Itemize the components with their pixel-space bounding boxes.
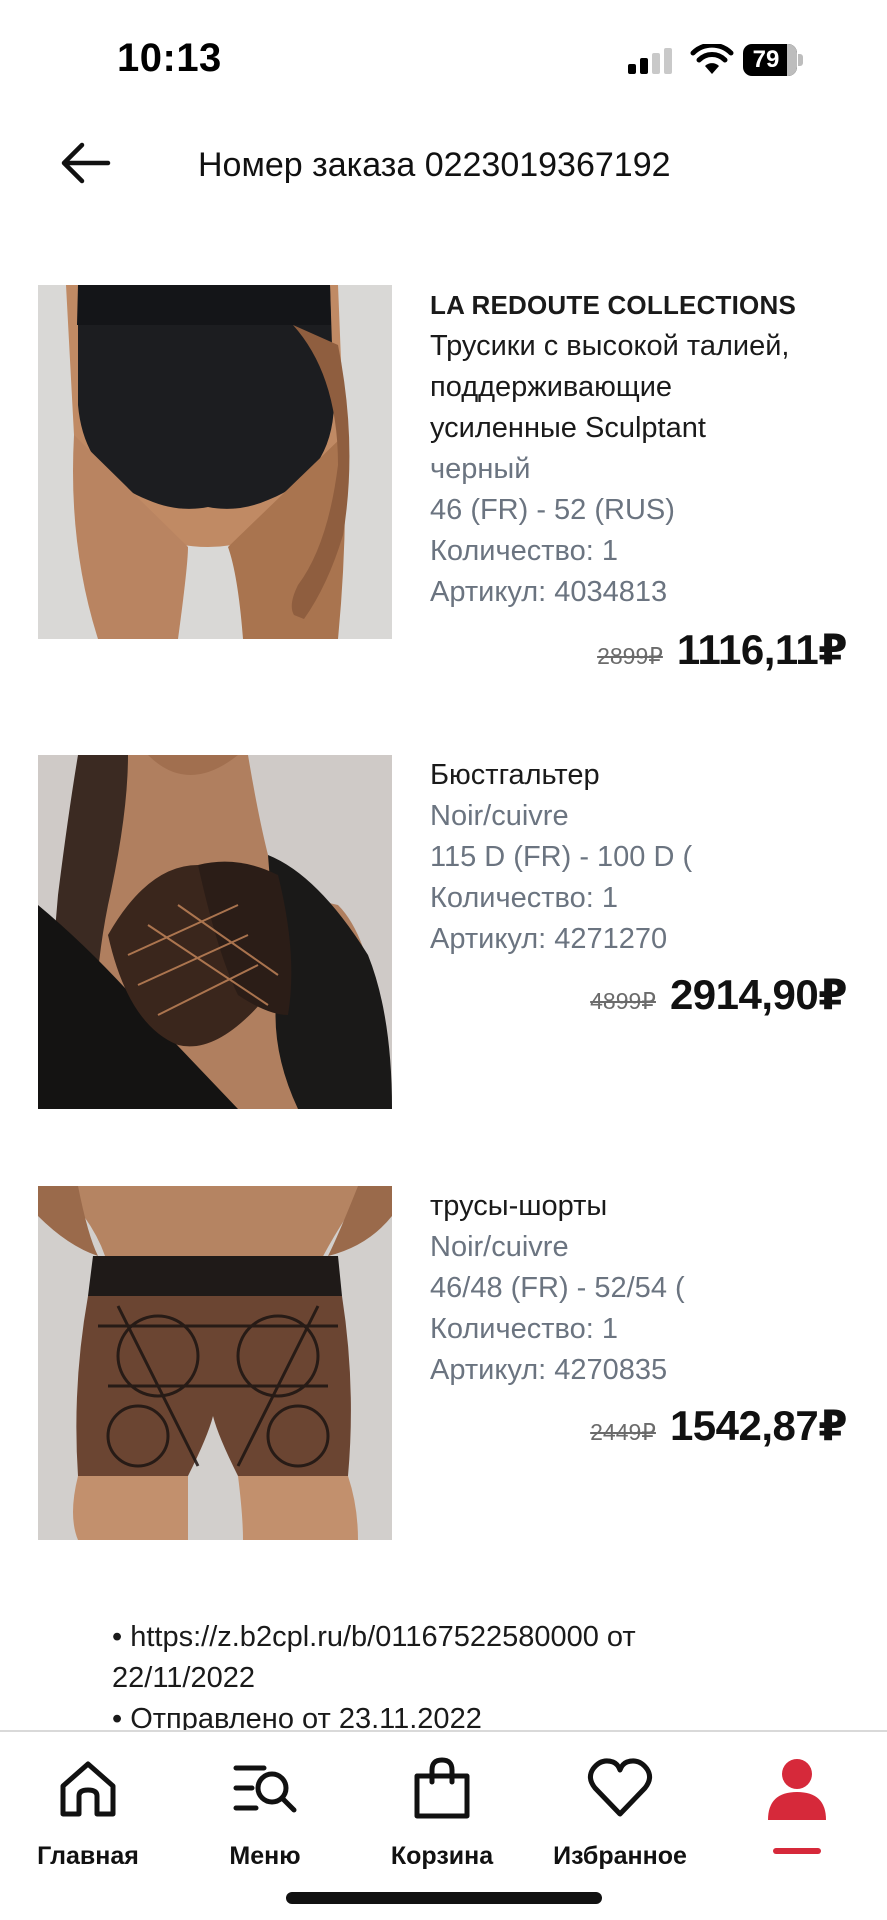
home-icon (60, 1761, 116, 1817)
product-image[interactable] (38, 755, 392, 1109)
wifi-icon (690, 44, 734, 74)
product-quantity: Количество: 1 (430, 535, 618, 567)
old-price: 4899₽ (590, 988, 656, 1014)
product-quantity: Количество: 1 (430, 882, 618, 914)
header: Номер заказа 0223019367192 (0, 110, 887, 220)
product-name-line[interactable]: трусы-шорты (430, 1186, 850, 1227)
product-info: трусы-шорты Noir/cuivre 46/48 (FR) - 52/… (430, 1186, 850, 1391)
product-name-line[interactable]: Трусики с высокой талией, (430, 326, 850, 367)
arrow-left-icon (61, 142, 111, 184)
current-price: 1542,87₽ (669, 1402, 848, 1449)
product-sku: Артикул: 4034813 (430, 576, 668, 608)
product-quantity: Количество: 1 (430, 1313, 618, 1345)
battery-icon: 79 (743, 44, 803, 76)
tab-menu[interactable]: Меню (180, 1746, 350, 1870)
current-price: 1116,11₽ (676, 626, 848, 673)
tab-label: Корзина (390, 1842, 494, 1870)
tab-label: Главная (37, 1842, 139, 1870)
home-indicator (286, 1892, 602, 1904)
order-details-screen: 10:13 79 Номер заказа 0223019367192 LA R… (0, 0, 887, 1920)
active-tab-indicator (773, 1848, 821, 1854)
product-name-line[interactable]: усиленные Sculptant (430, 408, 850, 449)
product-name-line[interactable]: поддерживающие (430, 367, 850, 408)
page-title: Номер заказа 0223019367192 (198, 146, 671, 184)
cellular-signal-icon (628, 48, 674, 74)
status-time: 10:13 (117, 36, 222, 80)
product-sku: Артикул: 4270835 (430, 1354, 668, 1386)
price-row: 4899₽ 2914,90₽ (590, 970, 847, 1020)
order-item[interactable]: Бюстгальтер Noir/cuivre 115 D (FR) - 100… (0, 755, 887, 1135)
product-brand: LA REDOUTE COLLECTIONS (430, 290, 796, 320)
product-size: 46/48 (FR) - 52/54 ( (430, 1272, 685, 1304)
product-color: Noir/cuivre (430, 1231, 569, 1263)
tab-cart[interactable]: Корзина (357, 1746, 527, 1870)
product-info: Бюстгальтер Noir/cuivre 115 D (FR) - 100… (430, 755, 850, 960)
product-image[interactable] (38, 285, 392, 639)
heart-icon (587, 1758, 653, 1817)
product-size: 115 D (FR) - 100 D ( (430, 841, 693, 873)
product-sku: Артикул: 4271270 (430, 923, 668, 955)
tab-favorites[interactable]: Избранное (535, 1746, 705, 1870)
old-price: 2899₽ (597, 643, 663, 669)
product-color: Noir/cuivre (430, 800, 569, 832)
product-info: LA REDOUTE COLLECTIONS Трусики с высокой… (430, 285, 850, 613)
back-button[interactable] (56, 137, 114, 189)
product-name-line[interactable]: Бюстгальтер (430, 755, 850, 796)
tracking-link-date: 22/11/2022 (112, 1662, 255, 1694)
tab-profile[interactable] (712, 1746, 882, 1866)
current-price: 2914,90₽ (669, 971, 848, 1018)
tracking-info: • https://z.b2cpl.ru/b/01167522580000 от… (112, 1617, 832, 1740)
tab-label: Избранное (553, 1842, 687, 1870)
tab-home[interactable]: Главная (3, 1746, 173, 1870)
profile-icon (768, 1759, 826, 1820)
tracking-link[interactable]: • https://z.b2cpl.ru/b/01167522580000 от (112, 1617, 832, 1658)
menu-search-icon (233, 1765, 297, 1813)
status-bar: 10:13 79 (0, 0, 887, 110)
order-item[interactable]: трусы-шорты Noir/cuivre 46/48 (FR) - 52/… (0, 1186, 887, 1566)
tab-label: Меню (229, 1842, 301, 1870)
order-item[interactable]: LA REDOUTE COLLECTIONS Трусики с высокой… (0, 285, 887, 685)
price-row: 2449₽ 1542,87₽ (590, 1401, 847, 1451)
product-size: 46 (FR) - 52 (RUS) (430, 494, 675, 526)
price-row: 2899₽ 1116,11₽ (597, 625, 847, 675)
old-price: 2449₽ (590, 1419, 656, 1445)
bag-icon (414, 1757, 470, 1819)
product-image[interactable] (38, 1186, 392, 1540)
battery-level: 79 (752, 46, 780, 73)
product-color: черный (430, 453, 531, 485)
